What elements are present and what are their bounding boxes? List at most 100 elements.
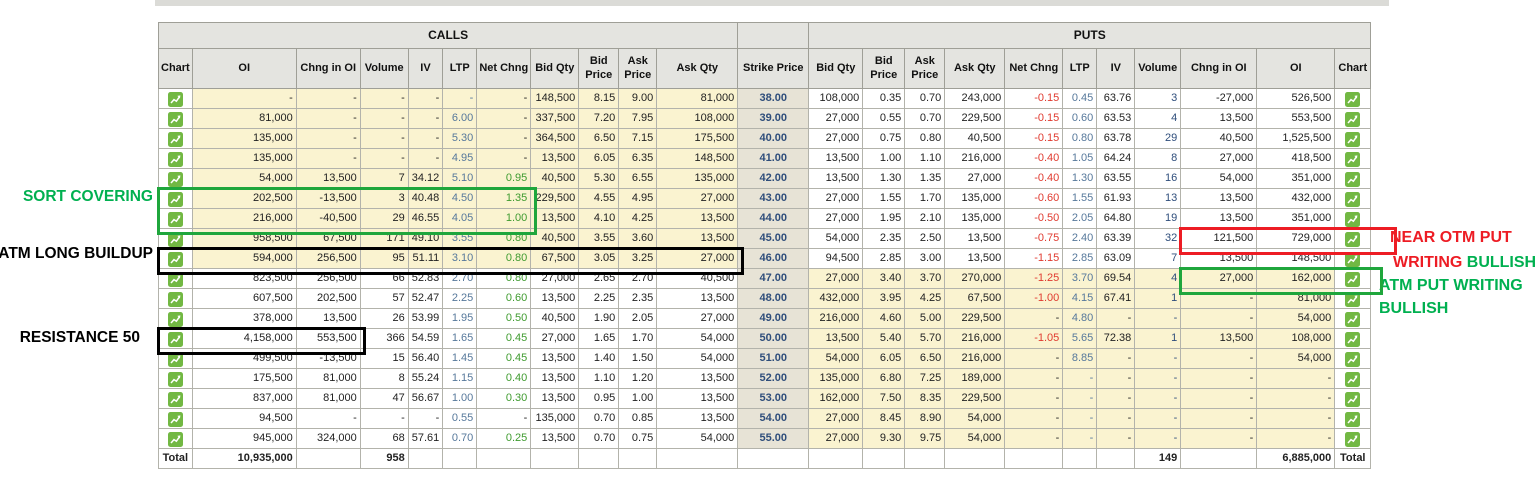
puts-cell: 64.24 [1096,148,1136,169]
puts-col-header-1: Bid Price [862,48,906,89]
calls-cell: 1.45 [442,348,478,369]
puts-cell: 81,000 [1256,288,1336,309]
chart-icon[interactable] [1345,111,1361,127]
chart-icon[interactable] [1345,351,1361,367]
calls-cell [158,328,193,349]
chart-icon[interactable] [1345,131,1361,147]
total-empty-cell [442,448,478,469]
puts-cell: - [1096,368,1136,389]
chart-icon[interactable] [167,231,183,247]
chart-icon[interactable] [1345,271,1361,287]
puts-cell: 13,500 [808,328,864,349]
puts-cell: 13,500 [1180,188,1258,209]
puts-cell: 148,500 [1256,248,1336,269]
chart-icon[interactable] [167,391,183,407]
top-divider [155,0,1389,6]
chart-icon[interactable] [1345,251,1361,267]
calls-cell: 13,500 [530,368,580,389]
calls-cell: 13,500 [656,368,739,389]
puts-cell: 216,000 [944,328,1006,349]
calls-cell: 1.50 [618,348,658,369]
chart-icon[interactable] [1345,291,1361,307]
chart-icon[interactable] [1345,171,1361,187]
annotation-text: RESISTANCE 50 [19,329,140,346]
puts-cell [1334,228,1372,249]
calls-cell: 0.30 [476,388,532,409]
table-row: 175,500 81,000 8 55.24 1.15 0.40 13,500 1.10 1.2… [158,368,1372,389]
calls-cell: 0.70 [442,428,478,449]
chart-icon[interactable] [167,171,183,187]
chart-icon[interactable] [167,211,183,227]
puts-cell: -0.40 [1004,168,1064,189]
calls-cell: 40,500 [656,268,739,289]
chart-icon[interactable] [167,291,183,307]
chart-icon[interactable] [167,111,183,127]
puts-cell: 162,000 [808,388,864,409]
chart-icon[interactable] [1345,411,1361,427]
puts-cell: 0.35 [862,88,906,109]
calls-col-header-5: LTP [442,48,478,89]
puts-cell: 16 [1134,168,1182,189]
chart-icon[interactable] [167,311,183,327]
calls-cell: 4,158,000 [191,328,297,349]
chart-icon[interactable] [1345,391,1361,407]
strike-cell: 44.00 [737,208,810,229]
puts-cell: - [1004,408,1064,429]
calls-cell [158,408,193,429]
total-empty-cell [944,448,1006,469]
chart-icon[interactable] [1345,211,1361,227]
table-row: 135,000- - -5.30-364,500 6.50 7.15 175,500 40.… [158,128,1372,149]
chart-icon[interactable] [1345,151,1361,167]
chart-icon[interactable] [167,151,183,167]
puts-cell: - [1004,308,1064,329]
puts-cell: 1 [1134,328,1182,349]
chart-icon[interactable] [1345,431,1361,447]
chart-icon[interactable] [167,351,183,367]
calls-cell: 135,000 [530,408,580,429]
calls-cell: - [476,88,532,109]
chart-icon[interactable] [167,331,183,347]
calls-cell [158,368,193,389]
puts-cell: 135,000 [808,368,864,389]
table-row: 54,000 13,500 7 34.12 5.10 0.95 40,500 5.30 6.55… [158,168,1372,189]
chart-icon[interactable] [167,191,183,207]
calls-cell: 256,500 [295,248,361,269]
puts-cell: 351,000 [1256,168,1336,189]
chart-icon[interactable] [1345,91,1361,107]
chart-icon[interactable] [1345,231,1361,247]
chart-icon[interactable] [167,271,183,287]
calls-cell: 13,500 [530,148,580,169]
chart-icon[interactable] [1345,371,1361,387]
chart-icon[interactable] [167,431,183,447]
chart-icon[interactable] [167,411,183,427]
strike-cell: 50.00 [737,328,810,349]
calls-cell: 256,500 [295,268,361,289]
puts-cell: 4.60 [862,308,906,329]
chart-icon[interactable] [167,131,183,147]
calls-cell: 27,000 [530,328,580,349]
chart-icon[interactable] [167,371,183,387]
chart-icon[interactable] [1345,331,1361,347]
puts-cell [1334,88,1372,109]
chart-icon[interactable] [1345,311,1361,327]
strike-header-spacer [737,22,810,49]
chart-icon[interactable] [1345,191,1361,207]
strike-cell: 41.00 [737,148,810,169]
calls-cell: 2.25 [442,288,478,309]
total-label-calls: Total [158,448,193,469]
puts-cell: - [1134,388,1182,409]
calls-cell: 4.50 [442,188,478,209]
calls-cell: 57.61 [407,428,444,449]
annotation-atm-put-writing-line1: ATM PUT WRITING [1379,277,1523,295]
table-row: 135,000- - -4.95-13,500 6.05 6.35 148,500 41.0… [158,148,1372,169]
puts-col-header-2: Ask Price [904,48,946,89]
chart-icon[interactable] [167,91,183,107]
table-row: 945,000 324,000 68 57.61 0.70 0.25 13,500 0.70 0… [158,428,1372,449]
chart-icon[interactable] [167,251,183,267]
calls-cell: 0.80 [476,248,532,269]
calls-cell: 27,000 [530,268,580,289]
puts-cell: 432,000 [1256,188,1336,209]
strike-cell: 39.00 [737,108,810,129]
puts-cell: 13,500 [1180,108,1258,129]
puts-cell: 216,000 [944,348,1006,369]
